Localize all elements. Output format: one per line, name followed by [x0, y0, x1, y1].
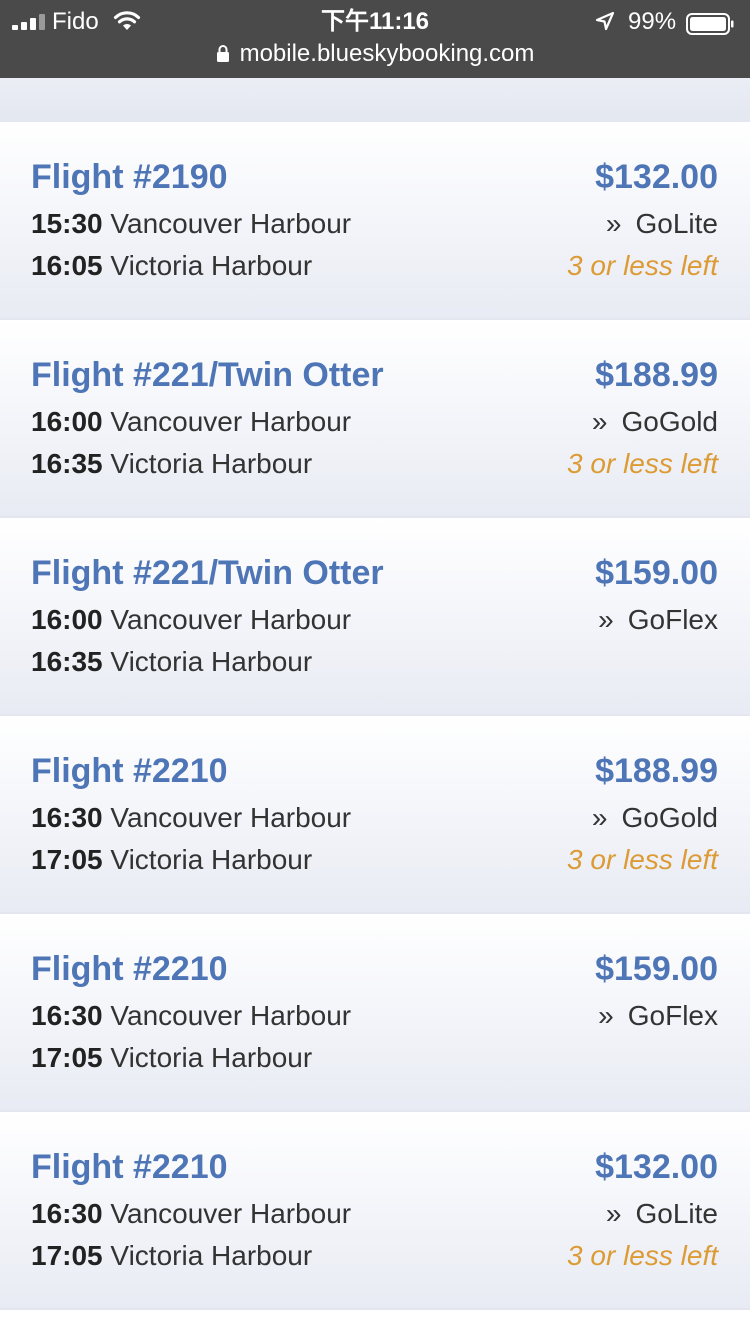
seat-availability: 3 or less left	[567, 844, 718, 875]
departure-line: 16:30 Vancouver Harbour	[31, 1198, 351, 1230]
flight-card[interactable]: Flight #2210 $159.00 16:30 Vancouver Harbo…	[0, 914, 750, 1112]
departure-time: 16:00	[31, 604, 103, 635]
flight-number: Flight #2210	[31, 1148, 228, 1186]
fare-name: GoFlex	[627, 1000, 718, 1031]
arrival-line: 17:05 Victoria Harbour	[31, 1240, 312, 1272]
arrival-place: Victoria Harbour	[110, 250, 313, 281]
fare-class: » GoLite	[606, 1198, 718, 1230]
flight-card[interactable]: Flight #2210 $132.00 16:30 Vancouver Harbo…	[0, 1112, 750, 1310]
arrival-place: Victoria Harbour	[110, 448, 313, 479]
arrival-line: 17:05 Victoria Harbour	[31, 844, 312, 876]
arrival-line: 17:05 Victoria Harbour	[31, 1042, 312, 1074]
fare-class: » GoFlex	[598, 1000, 718, 1032]
arrival-line: 16:05 Victoria Harbour	[31, 250, 312, 282]
location-arrow-icon	[595, 11, 615, 31]
arrival-time: 17:05	[31, 1240, 103, 1271]
fare-name: GoLite	[635, 208, 719, 239]
fare-class: » GoGold	[592, 802, 718, 834]
departure-time: 16:30	[31, 1198, 103, 1229]
departure-line: 15:30 Vancouver Harbour	[31, 208, 351, 240]
seat-availability: 3 or less left	[567, 1240, 718, 1271]
fare-name: GoGold	[621, 406, 719, 437]
fare-class: » GoLite	[606, 208, 718, 240]
flight-card[interactable]: Flight #2210 $188.99 16:30 Vancouver Harbo…	[0, 716, 750, 914]
arrival-place: Victoria Harbour	[110, 646, 313, 677]
arrival-time: 17:05	[31, 844, 103, 875]
departure-place: Vancouver Harbour	[110, 1198, 352, 1229]
departure-time: 16:00	[31, 406, 103, 437]
flight-price: $188.99	[595, 356, 718, 394]
departure-place: Vancouver Harbour	[110, 1000, 352, 1031]
fare-marker-icon: »	[598, 604, 614, 635]
flight-number: Flight #2210	[31, 950, 228, 988]
arrival-time: 16:35	[31, 448, 103, 479]
flight-number: Flight #2210	[31, 752, 228, 790]
lock-icon	[216, 45, 229, 62]
fare-marker-icon: »	[605, 1198, 622, 1229]
page-url: mobile.blueskybooking.com	[239, 40, 535, 67]
departure-time: 16:30	[31, 802, 103, 833]
departure-line: 16:30 Vancouver Harbour	[31, 1000, 351, 1032]
fare-marker-icon: »	[605, 208, 622, 239]
fare-name: GoLite	[635, 1198, 719, 1229]
departure-place: Vancouver Harbour	[110, 208, 352, 239]
departure-time: 16:30	[31, 1000, 103, 1031]
fare-name: GoGold	[621, 802, 719, 833]
flight-card[interactable]: Flight #2190 $132.00 15:30 Vancouver Harbo…	[0, 122, 750, 320]
arrival-time: 16:35	[31, 646, 103, 677]
fare-marker-icon: »	[591, 802, 608, 833]
fare-marker-icon: »	[591, 406, 608, 437]
address-bar[interactable]: mobile.blueskybooking.com	[0, 40, 750, 70]
arrival-place: Victoria Harbour	[110, 1240, 313, 1271]
status-bar: Fido 下午11:16 99% mobile.blueskybooking.c…	[0, 0, 750, 78]
seat-availability: 3 or less left	[567, 448, 718, 479]
flight-price: $132.00	[595, 1148, 718, 1186]
departure-line: 16:30 Vancouver Harbour	[31, 802, 351, 834]
flight-number: Flight #221/Twin Otter	[31, 554, 384, 592]
arrival-time: 16:05	[31, 250, 103, 281]
flight-price: $159.00	[595, 554, 718, 592]
departure-line: 16:00 Vancouver Harbour	[31, 406, 351, 438]
departure-line: 16:00 Vancouver Harbour	[31, 604, 351, 636]
fare-name: GoFlex	[627, 604, 718, 635]
departure-place: Vancouver Harbour	[110, 406, 352, 437]
flight-list: Flight #2190 $132.00 15:30 Vancouver Harbo…	[0, 122, 750, 1310]
arrival-place: Victoria Harbour	[110, 844, 313, 875]
fare-class: » GoFlex	[598, 604, 718, 636]
fare-class: » GoGold	[592, 406, 718, 438]
list-top-edge	[0, 78, 750, 122]
arrival-time: 17:05	[31, 1042, 103, 1073]
arrival-line: 16:35 Victoria Harbour	[31, 646, 312, 678]
flight-card[interactable]: Flight #221/Twin Otter $188.99 16:00 Vanco…	[0, 320, 750, 518]
list-bottom-edge	[0, 1310, 750, 1334]
battery-icon	[686, 13, 734, 35]
battery-percent: 99%	[628, 8, 677, 35]
flight-price: $132.00	[595, 158, 718, 196]
flight-price: $188.99	[595, 752, 718, 790]
departure-place: Vancouver Harbour	[110, 604, 352, 635]
arrival-place: Victoria Harbour	[110, 1042, 313, 1073]
flight-card[interactable]: Flight #221/Twin Otter $159.00 16:00 Vanco…	[0, 518, 750, 716]
fare-marker-icon: »	[598, 1000, 614, 1031]
flight-number: Flight #221/Twin Otter	[31, 356, 384, 394]
flight-number: Flight #2190	[31, 158, 228, 196]
departure-time: 15:30	[31, 208, 103, 239]
flight-price: $159.00	[595, 950, 718, 988]
status-row: Fido 下午11:16 99%	[0, 6, 750, 38]
arrival-line: 16:35 Victoria Harbour	[31, 448, 312, 480]
departure-place: Vancouver Harbour	[110, 802, 352, 833]
seat-availability: 3 or less left	[567, 250, 718, 281]
